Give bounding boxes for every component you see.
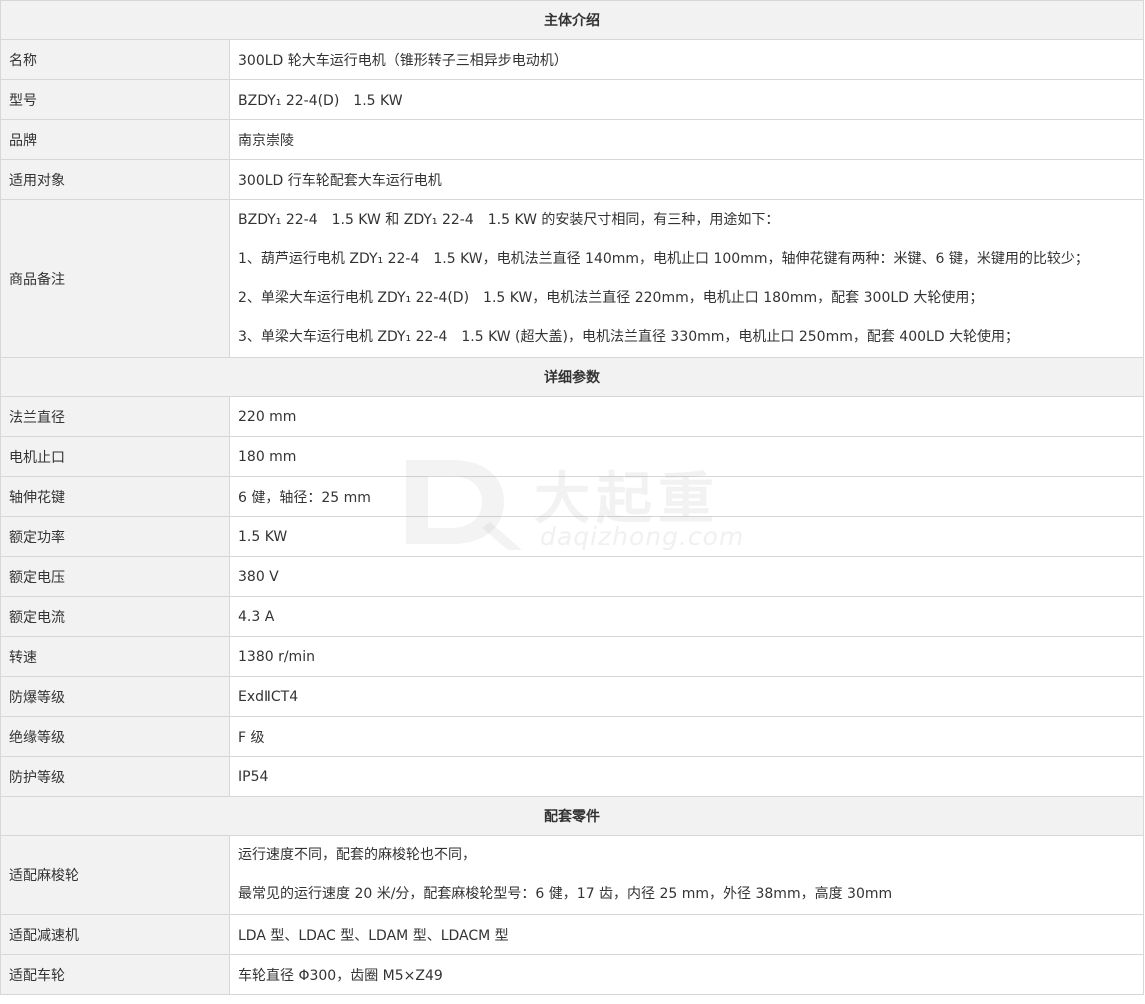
section-title: 主体介绍 — [0, 0, 1144, 40]
section-header-intro: 主体介绍 — [0, 0, 1144, 40]
row-value: 300LD 轮大车运行电机（锥形转子三相异步电动机） — [229, 39, 1144, 80]
row-value: 1.5 KW — [229, 516, 1144, 557]
row-value-multiline: 运行速度不同，配套的麻梭轮也不同， 最常见的运行速度 20 米/分，配套麻梭轮型… — [229, 835, 1144, 915]
row-label: 电机止口 — [0, 436, 230, 477]
table-row: 额定电压 380 V — [0, 556, 1144, 597]
row-label: 适配车轮 — [0, 954, 230, 995]
table-row: 适配减速机 LDA 型、LDAC 型、LDAM 型、LDACM 型 — [0, 914, 1144, 955]
row-label: 商品备注 — [0, 199, 230, 358]
row-label: 适用对象 — [0, 159, 230, 200]
table-row: 防护等级 IP54 — [0, 756, 1144, 797]
row-value: 220 mm — [229, 396, 1144, 437]
row-label: 品牌 — [0, 119, 230, 160]
table-row-model: 型号 BZDY₁ 22-4(D) 1.5 KW — [0, 79, 1144, 120]
row-value: 300LD 行车轮配套大车运行电机 — [229, 159, 1144, 200]
table-row: 适配车轮 车轮直径 Φ300，齿圈 M5×Z49 — [0, 954, 1144, 995]
table-row: 电机止口 180 mm — [0, 436, 1144, 477]
row-label: 名称 — [0, 39, 230, 80]
row-label: 额定功率 — [0, 516, 230, 557]
row-label: 适配减速机 — [0, 914, 230, 955]
row-value: 4.3 A — [229, 596, 1144, 637]
table-row: 绝缘等级 F 级 — [0, 716, 1144, 757]
row-label: 转速 — [0, 636, 230, 677]
row-label: 法兰直径 — [0, 396, 230, 437]
table-row-remarks: 商品备注 BZDY₁ 22-4 1.5 KW 和 ZDY₁ 22-4 1.5 K… — [0, 199, 1144, 358]
row-value: IP54 — [229, 756, 1144, 797]
row-label: 防护等级 — [0, 756, 230, 797]
row-value: BZDY₁ 22-4(D) 1.5 KW — [229, 79, 1144, 120]
row-value-multiline: BZDY₁ 22-4 1.5 KW 和 ZDY₁ 22-4 1.5 KW 的安装… — [229, 199, 1144, 358]
table-row-sprocket: 适配麻梭轮 运行速度不同，配套的麻梭轮也不同， 最常见的运行速度 20 米/分，… — [0, 835, 1144, 915]
section-header-params: 详细参数 — [0, 357, 1144, 397]
row-label: 额定电流 — [0, 596, 230, 637]
row-value: 6 健，轴径：25 mm — [229, 476, 1144, 517]
row-label: 额定电压 — [0, 556, 230, 597]
table-row-name: 名称 300LD 轮大车运行电机（锥形转子三相异步电动机） — [0, 39, 1144, 80]
row-value: LDA 型、LDAC 型、LDAM 型、LDACM 型 — [229, 914, 1144, 955]
row-value: F 级 — [229, 716, 1144, 757]
row-label: 绝缘等级 — [0, 716, 230, 757]
row-value: 车轮直径 Φ300，齿圈 M5×Z49 — [229, 954, 1144, 995]
section-title: 配套零件 — [0, 796, 1144, 836]
row-label: 适配麻梭轮 — [0, 835, 230, 915]
row-value: ExdⅡCT4 — [229, 676, 1144, 717]
table-row: 法兰直径 220 mm — [0, 396, 1144, 437]
table-row: 防爆等级 ExdⅡCT4 — [0, 676, 1144, 717]
table-row-brand: 品牌 南京崇陵 — [0, 119, 1144, 160]
spec-table: 主体介绍 名称 300LD 轮大车运行电机（锥形转子三相异步电动机） 型号 BZ… — [0, 0, 1144, 995]
remark-line: BZDY₁ 22-4 1.5 KW 和 ZDY₁ 22-4 1.5 KW 的安装… — [238, 211, 780, 228]
part-line: 最常见的运行速度 20 米/分，配套麻梭轮型号：6 健，17 齿，内径 25 m… — [238, 886, 893, 902]
remark-line: 1、葫芦运行电机 ZDY₁ 22-4 1.5 KW，电机法兰直径 140mm，电… — [238, 250, 1089, 267]
row-label: 型号 — [0, 79, 230, 120]
table-row: 额定功率 1.5 KW — [0, 516, 1144, 557]
remark-line: 3、单梁大车运行电机 ZDY₁ 22-4 1.5 KW (超大盖)，电机法兰直径… — [238, 328, 1020, 345]
remark-line: 2、单梁大车运行电机 ZDY₁ 22-4(D) 1.5 KW，电机法兰直径 22… — [238, 289, 984, 306]
row-value: 1380 r/min — [229, 636, 1144, 677]
section-header-parts: 配套零件 — [0, 796, 1144, 836]
table-row: 转速 1380 r/min — [0, 636, 1144, 677]
row-value: 南京崇陵 — [229, 119, 1144, 160]
table-row-target: 适用对象 300LD 行车轮配套大车运行电机 — [0, 159, 1144, 200]
row-label: 防爆等级 — [0, 676, 230, 717]
table-row: 额定电流 4.3 A — [0, 596, 1144, 637]
part-line: 运行速度不同，配套的麻梭轮也不同， — [238, 847, 476, 863]
section-title: 详细参数 — [0, 357, 1144, 397]
row-label: 轴伸花键 — [0, 476, 230, 517]
row-value: 180 mm — [229, 436, 1144, 477]
table-row: 轴伸花键 6 健，轴径：25 mm — [0, 476, 1144, 517]
row-value: 380 V — [229, 556, 1144, 597]
